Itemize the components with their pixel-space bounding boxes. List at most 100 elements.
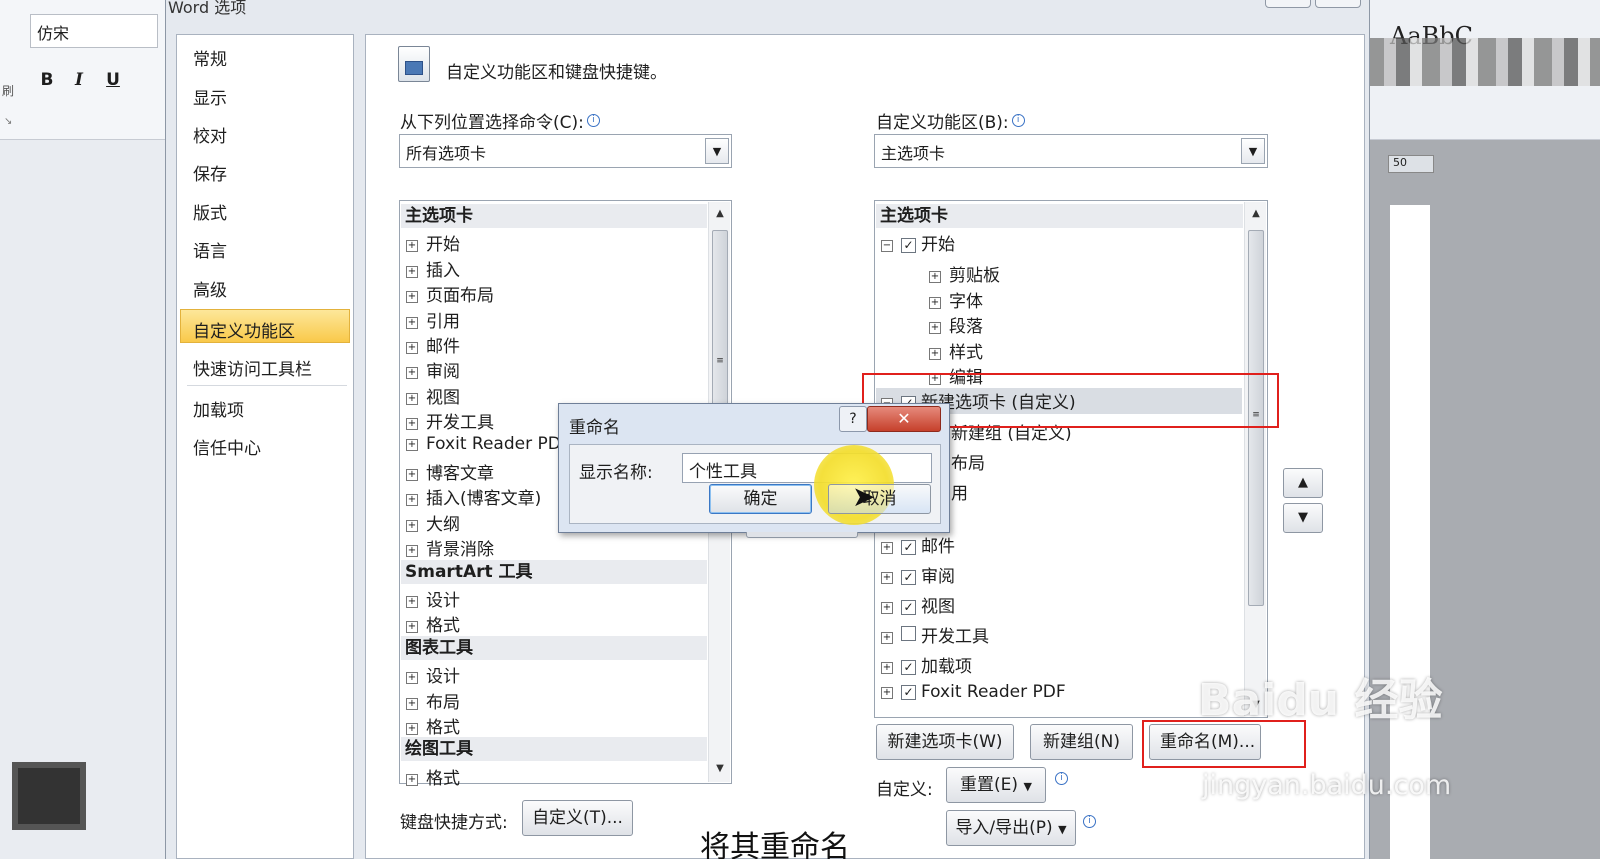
expand-icon[interactable]: + [406, 367, 418, 380]
expand-icon[interactable]: + [406, 596, 418, 608]
move-down-button[interactable]: ▼ [1283, 503, 1323, 533]
expand-icon[interactable]: + [881, 687, 893, 699]
expand-icon[interactable]: + [406, 723, 418, 735]
list-item[interactable]: + 设计 [406, 662, 460, 687]
close-icon[interactable]: ✕ [867, 406, 941, 432]
ribbon-tab-item[interactable]: + ✓ 视图 [881, 592, 955, 617]
tab-checkbox[interactable]: ✓ [901, 685, 916, 700]
expand-icon[interactable]: + [406, 438, 418, 451]
nav-item-addins[interactable]: 加载项 [193, 396, 244, 421]
right-list-scrollbar[interactable]: ▲ ≡ ▼ [1244, 202, 1266, 716]
list-item[interactable]: + 开始 [406, 230, 460, 255]
ribbon-group-item[interactable]: + 剪贴板 [881, 261, 1000, 286]
font-name-combo[interactable]: 仿宋 [30, 14, 158, 48]
dialog-launcher-icon[interactable]: ↘ [4, 116, 12, 127]
chevron-down-icon[interactable]: ▼ [1241, 138, 1265, 164]
list-item[interactable]: + Foxit Reader PD [406, 434, 561, 454]
tab-checkbox[interactable]: ✓ [901, 540, 916, 555]
expand-icon[interactable]: + [929, 322, 941, 334]
expand-icon[interactable]: + [406, 545, 418, 558]
bold-button[interactable]: B [36, 70, 58, 90]
list-item[interactable]: + 背景消除 [406, 535, 494, 560]
ribbon-group-item[interactable]: + 字体 [881, 287, 983, 312]
collapse-icon[interactable]: − [881, 240, 893, 252]
list-item[interactable]: + 开发工具 [406, 408, 494, 433]
expand-icon[interactable]: + [929, 348, 941, 360]
list-item[interactable]: + 引用 [406, 307, 460, 332]
scroll-up-icon[interactable]: ▲ [709, 208, 731, 219]
tab-checkbox[interactable]: ✓ [901, 238, 916, 253]
expand-icon[interactable]: + [406, 265, 418, 278]
list-item[interactable]: + 页面布局 [406, 281, 494, 306]
tab-checkbox[interactable]: ✓ [901, 600, 916, 615]
expand-icon[interactable]: + [929, 297, 941, 309]
list-item[interactable]: + 视图 [406, 383, 460, 408]
list-item[interactable]: + 插入(博客文章) [406, 484, 541, 509]
ribbon-tab-item[interactable]: + ✓ 邮件 [881, 532, 955, 557]
new-tab-button[interactable]: 新建选项卡(W) [876, 724, 1014, 760]
expand-icon[interactable]: + [406, 418, 418, 431]
nav-item-save[interactable]: 保存 [193, 160, 227, 185]
tab-checkbox[interactable] [901, 626, 916, 641]
list-item[interactable]: + 审阅 [406, 357, 460, 382]
nav-item-proofing[interactable]: 校对 [193, 122, 227, 147]
nav-item-language[interactable]: 语言 [193, 237, 227, 262]
keyboard-customize-button[interactable]: 自定义(T)... [522, 800, 633, 836]
expand-icon[interactable]: + [929, 271, 941, 283]
nav-item-customize-ribbon[interactable]: 自定义功能区 [193, 317, 295, 342]
list-item[interactable]: + 布局 [406, 688, 460, 713]
ribbon-tab-item[interactable]: + ✓ Foxit Reader PDF [881, 682, 1066, 702]
expand-icon[interactable]: + [406, 697, 418, 710]
list-item[interactable]: + 插入 [406, 256, 460, 281]
expand-icon[interactable]: + [406, 773, 418, 786]
nav-item-quick-access[interactable]: 快速访问工具栏 [193, 355, 312, 380]
choose-commands-combo[interactable]: 所有选项卡 ▼ [399, 134, 732, 168]
list-item[interactable]: + 设计 [406, 586, 460, 611]
tab-checkbox[interactable]: ✓ [901, 570, 916, 585]
list-item[interactable]: + 博客文章 [406, 459, 494, 484]
scroll-up-icon[interactable]: ▲ [1245, 208, 1267, 219]
expand-icon[interactable]: + [406, 392, 418, 405]
move-up-button[interactable]: ▲ [1283, 468, 1323, 498]
cancel-button[interactable]: 取消 [828, 484, 931, 514]
expand-icon[interactable]: + [406, 469, 418, 481]
customize-ribbon-combo[interactable]: 主选项卡 ▼ [874, 134, 1268, 168]
ribbon-group-item[interactable]: + 样式 [881, 338, 983, 363]
import-export-button[interactable]: 导入/导出(P) ▼ [946, 810, 1076, 846]
list-item[interactable]: + 格式 [406, 764, 460, 789]
expand-icon[interactable]: + [406, 494, 418, 507]
ribbon-tab-item[interactable]: + ✓ 审阅 [881, 562, 955, 587]
ribbon-tab-item[interactable]: + ✓ 加载项 [881, 652, 972, 677]
close-title-button[interactable] [1315, 0, 1361, 8]
ribbon-tab-item[interactable]: + 开发工具 [881, 622, 989, 647]
list-item[interactable]: + 邮件 [406, 332, 460, 357]
ribbon-tab-item[interactable]: − ✓ 开始 [881, 230, 955, 255]
list-item[interactable]: + 大纲 [406, 510, 460, 535]
expand-icon[interactable]: + [406, 342, 418, 354]
nav-item-display[interactable]: 显示 [193, 84, 227, 109]
help-title-button[interactable] [1265, 0, 1311, 8]
new-group-button[interactable]: 新建组(N) [1030, 724, 1133, 760]
expand-icon[interactable]: + [406, 519, 418, 532]
display-name-input[interactable]: 个性工具 [682, 453, 932, 483]
expand-icon[interactable]: + [881, 632, 893, 644]
italic-button[interactable]: I [68, 70, 90, 90]
nav-item-layout[interactable]: 版式 [193, 199, 227, 224]
expand-icon[interactable]: + [406, 672, 418, 685]
nav-item-general[interactable]: 常规 [193, 45, 227, 70]
expand-icon[interactable]: + [881, 662, 893, 674]
expand-icon[interactable]: + [881, 572, 893, 584]
help-icon[interactable]: ? [839, 406, 867, 432]
ok-button[interactable]: 确定 [709, 484, 812, 514]
expand-icon[interactable]: + [406, 316, 418, 329]
expand-icon[interactable]: + [881, 542, 893, 554]
ribbon-group-item[interactable]: + 段落 [881, 312, 983, 337]
expand-icon[interactable]: + [406, 291, 418, 304]
chevron-down-icon[interactable]: ▼ [705, 138, 729, 164]
expand-icon[interactable]: + [406, 240, 418, 253]
list-item[interactable]: + 格式 [406, 611, 460, 636]
nav-item-advanced[interactable]: 高级 [193, 276, 227, 301]
expand-icon[interactable]: + [406, 621, 418, 634]
tab-checkbox[interactable]: ✓ [901, 660, 916, 675]
scroll-down-icon[interactable]: ▼ [709, 763, 731, 774]
